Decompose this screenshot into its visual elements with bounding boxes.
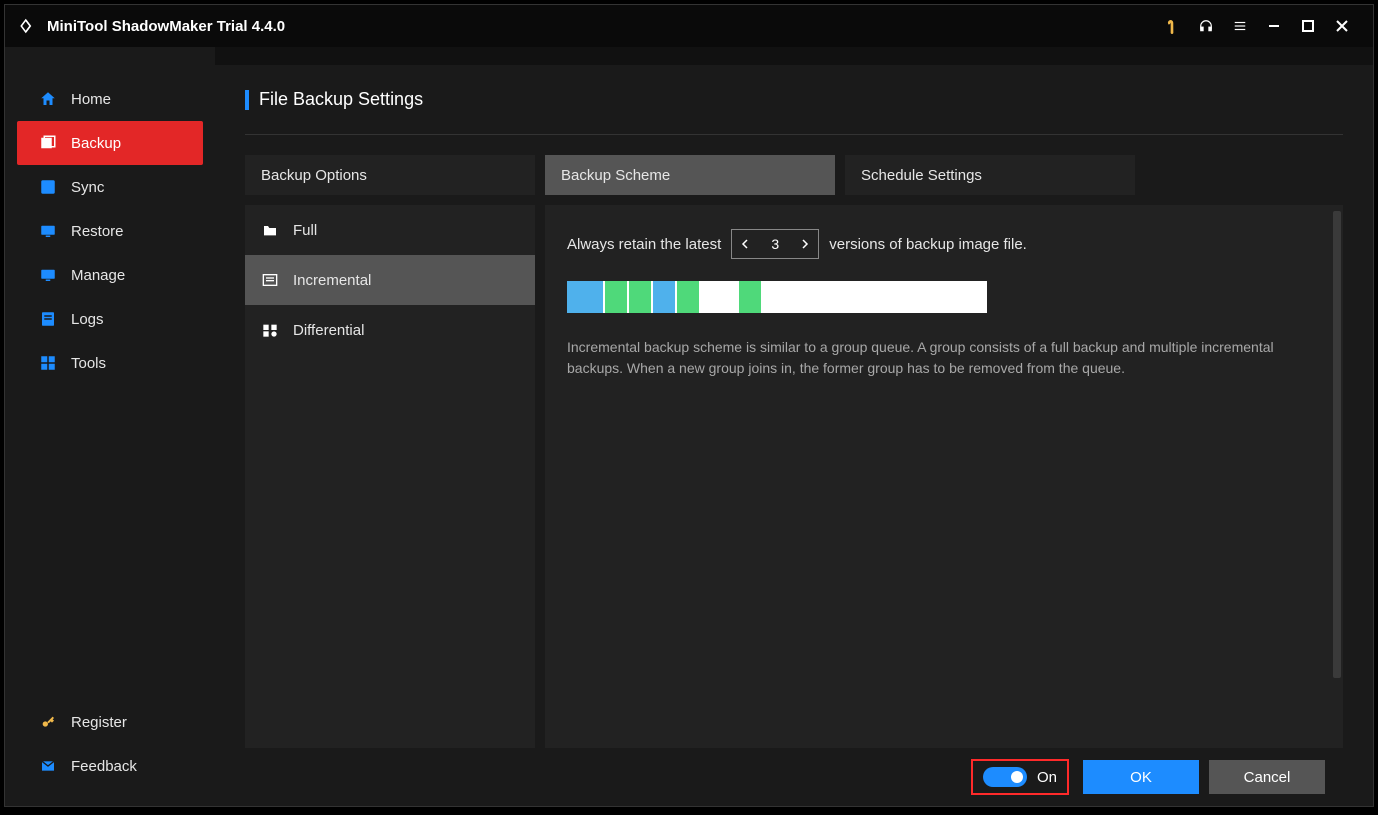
- scheme-toggle[interactable]: [983, 767, 1027, 787]
- retain-prefix: Always retain the latest: [567, 236, 721, 253]
- close-icon[interactable]: [1325, 9, 1359, 43]
- scheme-visual: [567, 281, 987, 313]
- sidebar-item-label: Restore: [71, 223, 124, 240]
- tab-backup-options[interactable]: Backup Options: [245, 155, 535, 195]
- scheme-label: Full: [293, 222, 317, 239]
- scrollbar[interactable]: [1333, 211, 1341, 678]
- minimize-icon[interactable]: [1257, 9, 1291, 43]
- scheme-list: Full Incremental Differential: [245, 205, 535, 748]
- version-stepper[interactable]: 3: [731, 229, 819, 259]
- logs-icon: [39, 310, 57, 328]
- app-logo-icon: [19, 17, 37, 35]
- toggle-highlight: On: [971, 759, 1069, 795]
- headphones-icon[interactable]: [1189, 9, 1223, 43]
- feedback-icon: [39, 757, 57, 775]
- menu-icon[interactable]: [1223, 9, 1257, 43]
- differential-icon: [261, 321, 279, 339]
- tab-backup-scheme[interactable]: Backup Scheme: [545, 155, 835, 195]
- page-title: File Backup Settings: [259, 89, 423, 110]
- incremental-icon: [261, 271, 279, 289]
- cancel-button[interactable]: Cancel: [1209, 760, 1325, 794]
- sidebar-item-label: Home: [71, 91, 111, 108]
- title-marker: [245, 90, 249, 110]
- toggle-knob: [1011, 771, 1023, 783]
- sidebar-item-label: Manage: [71, 267, 125, 284]
- sidebar-item-backup[interactable]: Backup: [17, 121, 203, 165]
- sidebar-item-sync[interactable]: Sync: [17, 165, 203, 209]
- app-title: MiniTool ShadowMaker Trial 4.4.0: [47, 18, 285, 35]
- retain-suffix: versions of backup image file.: [829, 236, 1027, 253]
- key-icon[interactable]: [1155, 9, 1189, 43]
- titlebar: MiniTool ShadowMaker Trial 4.4.0: [5, 5, 1373, 47]
- sidebar-item-label: Sync: [71, 179, 104, 196]
- stepper-decrease[interactable]: [732, 230, 758, 258]
- footer: On OK Cancel: [245, 748, 1343, 806]
- stepper-increase[interactable]: [792, 230, 818, 258]
- scheme-description: Incremental backup scheme is similar to …: [567, 337, 1321, 379]
- maximize-icon[interactable]: [1291, 9, 1325, 43]
- sidebar-item-tools[interactable]: Tools: [17, 341, 203, 385]
- scheme-label: Differential: [293, 322, 364, 339]
- content-area: File Backup Settings Backup Options Back…: [215, 65, 1373, 806]
- scheme-differential[interactable]: Differential: [245, 305, 535, 355]
- tools-icon: [39, 354, 57, 372]
- sidebar-item-feedback[interactable]: Feedback: [17, 744, 203, 788]
- scheme-full[interactable]: Full: [245, 205, 535, 255]
- sync-icon: [39, 178, 57, 196]
- manage-icon: [39, 266, 57, 284]
- restore-icon: [39, 222, 57, 240]
- sidebar-item-label: Backup: [71, 135, 121, 152]
- ok-button[interactable]: OK: [1083, 760, 1199, 794]
- sidebar-item-home[interactable]: Home: [17, 77, 203, 121]
- tabs: Backup Options Backup Scheme Schedule Se…: [245, 155, 1343, 195]
- tab-schedule-settings[interactable]: Schedule Settings: [845, 155, 1135, 195]
- scheme-detail: Always retain the latest 3 versions of b…: [545, 205, 1343, 748]
- sidebar-item-register[interactable]: Register: [17, 700, 203, 744]
- toggle-label: On: [1037, 769, 1057, 786]
- full-icon: [261, 221, 279, 239]
- sidebar-item-label: Register: [71, 714, 127, 731]
- sidebar-item-label: Feedback: [71, 758, 137, 775]
- stepper-value: 3: [758, 236, 792, 252]
- sidebar-item-restore[interactable]: Restore: [17, 209, 203, 253]
- scheme-label: Incremental: [293, 272, 371, 289]
- sidebar: Home Backup Sync Restore Manage Logs: [5, 47, 215, 806]
- register-key-icon: [39, 713, 57, 731]
- divider: [245, 134, 1343, 135]
- backup-icon: [39, 134, 57, 152]
- sidebar-item-label: Tools: [71, 355, 106, 372]
- sidebar-item-manage[interactable]: Manage: [17, 253, 203, 297]
- home-icon: [39, 90, 57, 108]
- sidebar-item-label: Logs: [71, 311, 104, 328]
- scheme-incremental[interactable]: Incremental: [245, 255, 535, 305]
- sidebar-item-logs[interactable]: Logs: [17, 297, 203, 341]
